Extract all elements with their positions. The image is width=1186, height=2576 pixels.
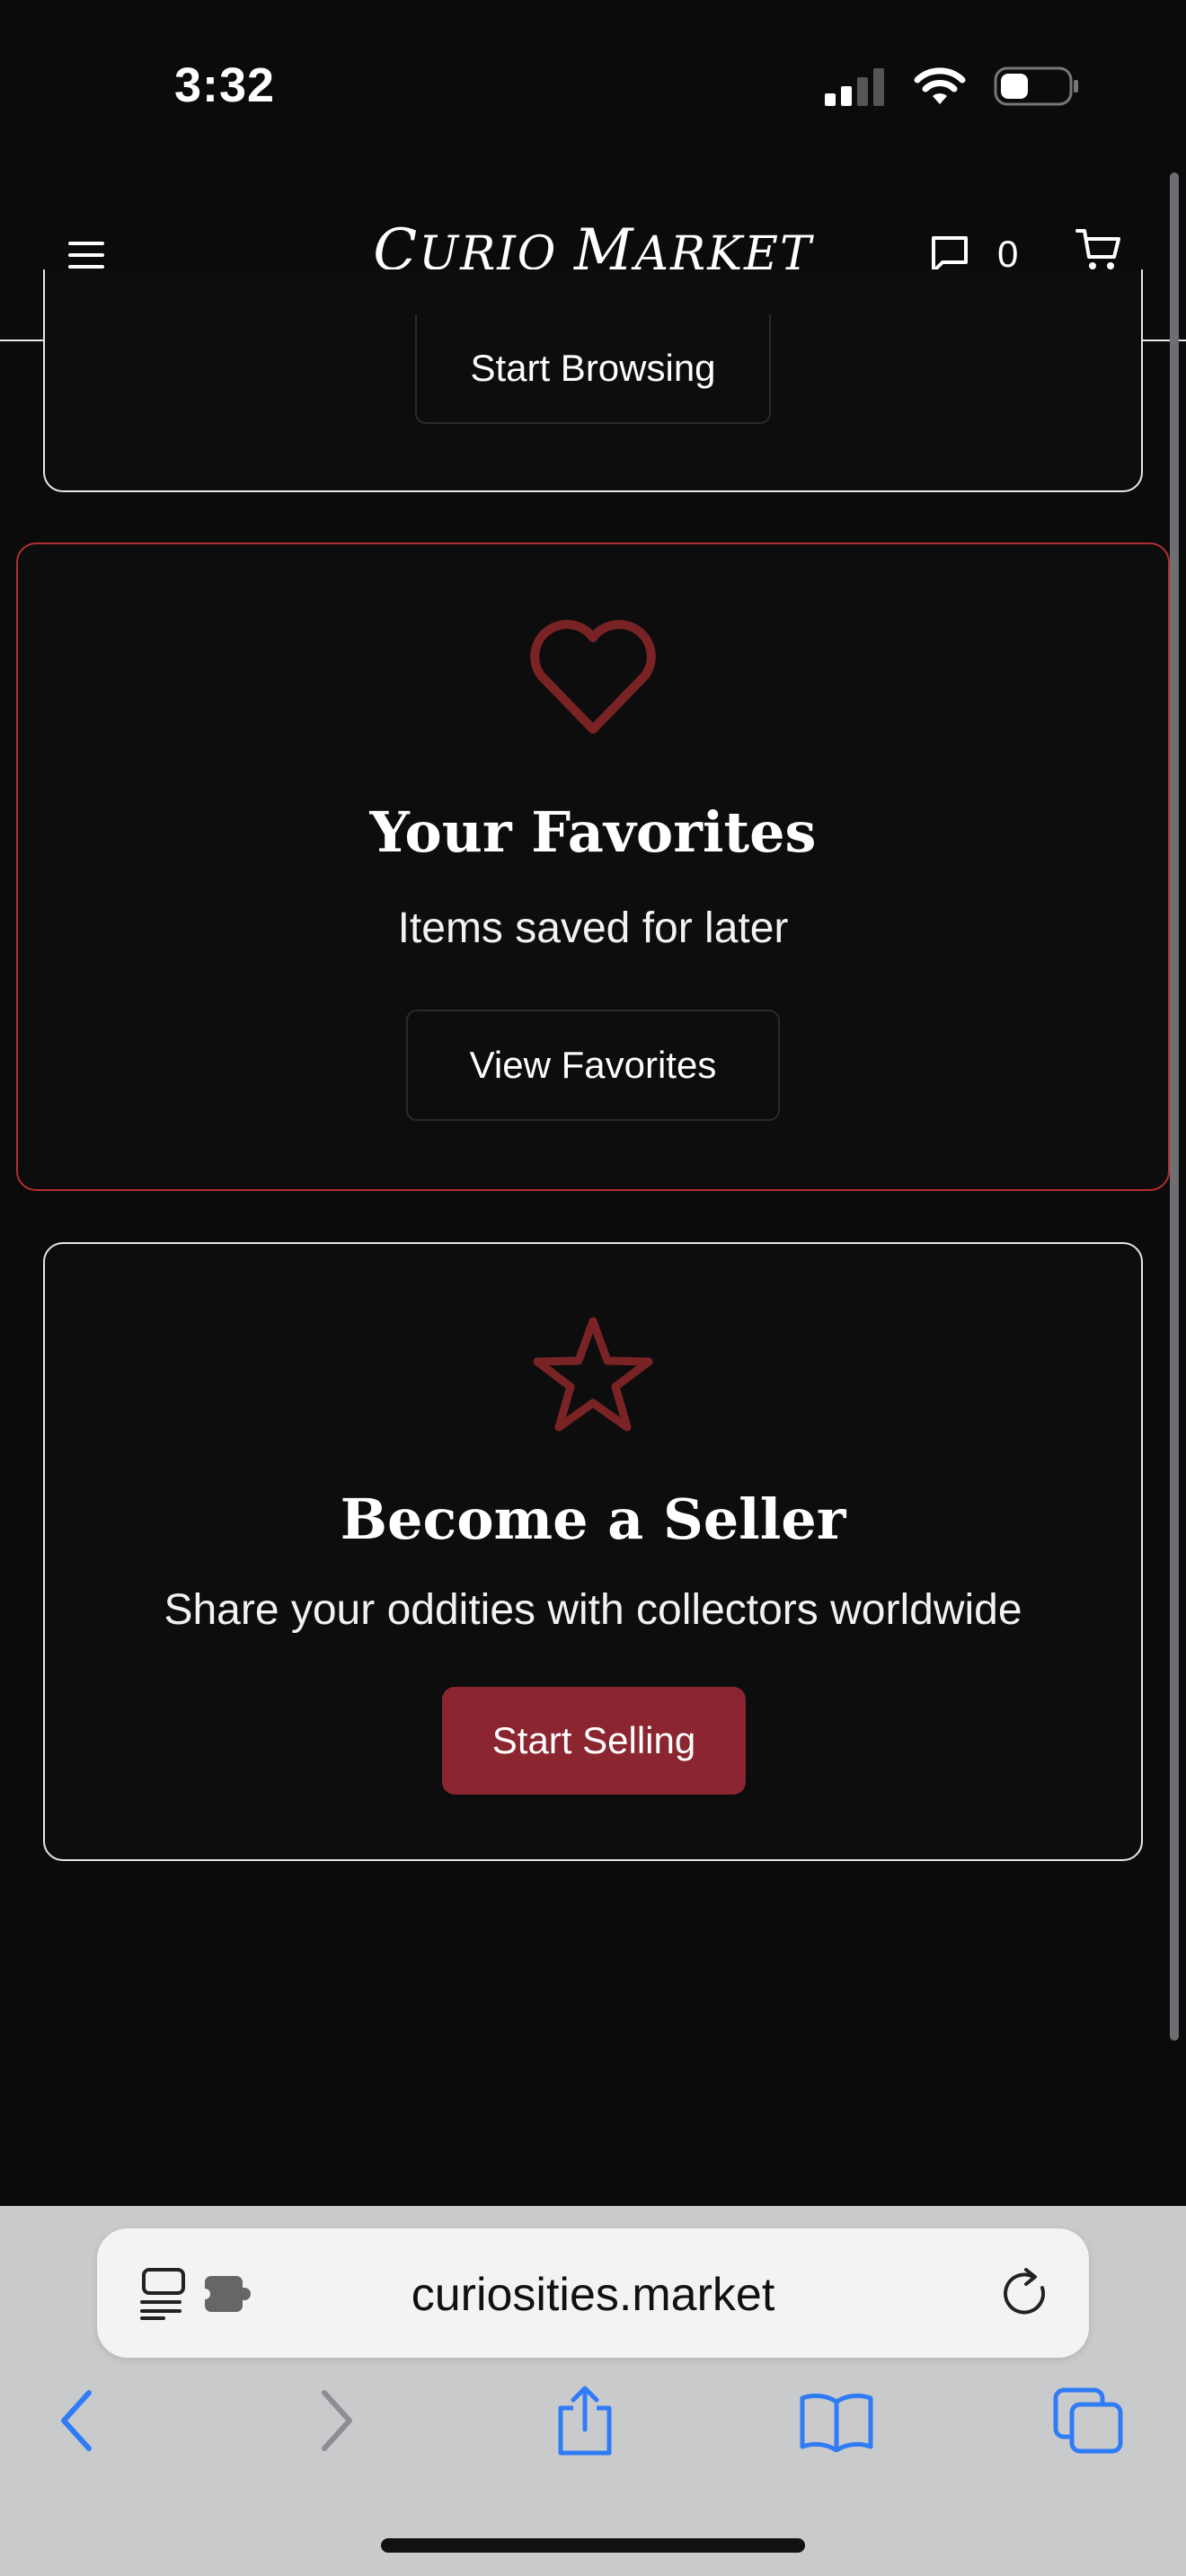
cart-icon	[1075, 229, 1120, 269]
battery-icon	[994, 66, 1078, 106]
favorites-card: Your Favorites Items saved for later Vie…	[16, 543, 1170, 1191]
start-selling-button[interactable]: Start Selling	[442, 1687, 746, 1795]
status-time: 3:32	[174, 58, 276, 112]
status-icons	[823, 65, 1080, 108]
bookmarks-icon	[800, 2393, 873, 2452]
page: 3:32 CURIO MARKET 0 Start Browsing Your …	[0, 0, 1186, 2576]
browser-nav-row	[0, 2380, 1186, 2470]
favorites-subtitle: Items saved for later	[397, 904, 789, 952]
signal-icon	[825, 68, 884, 106]
favorites-icon-wrap	[18, 620, 1168, 737]
tabs-button[interactable]	[1048, 2380, 1128, 2461]
home-indicator[interactable]	[381, 2538, 805, 2553]
page-scrollbar[interactable]	[1170, 172, 1179, 2041]
seller-icon-wrap	[45, 1314, 1141, 1434]
tabs-icon	[1053, 2387, 1123, 2454]
view-favorites-button[interactable]: View Favorites	[406, 1010, 780, 1121]
reload-button[interactable]	[999, 2266, 1053, 2320]
favorites-title: Your Favorites	[369, 799, 817, 865]
start-browsing-button[interactable]: Start Browsing	[415, 314, 771, 424]
status-bar: 3:32	[0, 0, 1186, 171]
share-icon	[558, 2386, 612, 2456]
forward-button[interactable]	[296, 2380, 377, 2461]
seller-card: Become a Seller Share your oddities with…	[43, 1242, 1143, 1861]
back-button[interactable]	[36, 2380, 117, 2461]
seller-title: Become a Seller	[340, 1486, 846, 1552]
heart-icon	[530, 620, 656, 734]
url-text: curiosities.market	[411, 2269, 775, 2321]
wifi-icon	[914, 67, 966, 104]
reload-icon	[1004, 2268, 1046, 2315]
back-icon	[61, 2390, 92, 2451]
address-bar[interactable]: curiosities.market	[97, 2228, 1089, 2358]
bookmarks-button[interactable]	[796, 2380, 877, 2461]
forward-icon	[322, 2390, 352, 2451]
seller-subtitle: Share your oddities with collectors worl…	[164, 1586, 1022, 1634]
share-button[interactable]	[544, 2380, 625, 2461]
star-icon	[533, 1317, 653, 1432]
